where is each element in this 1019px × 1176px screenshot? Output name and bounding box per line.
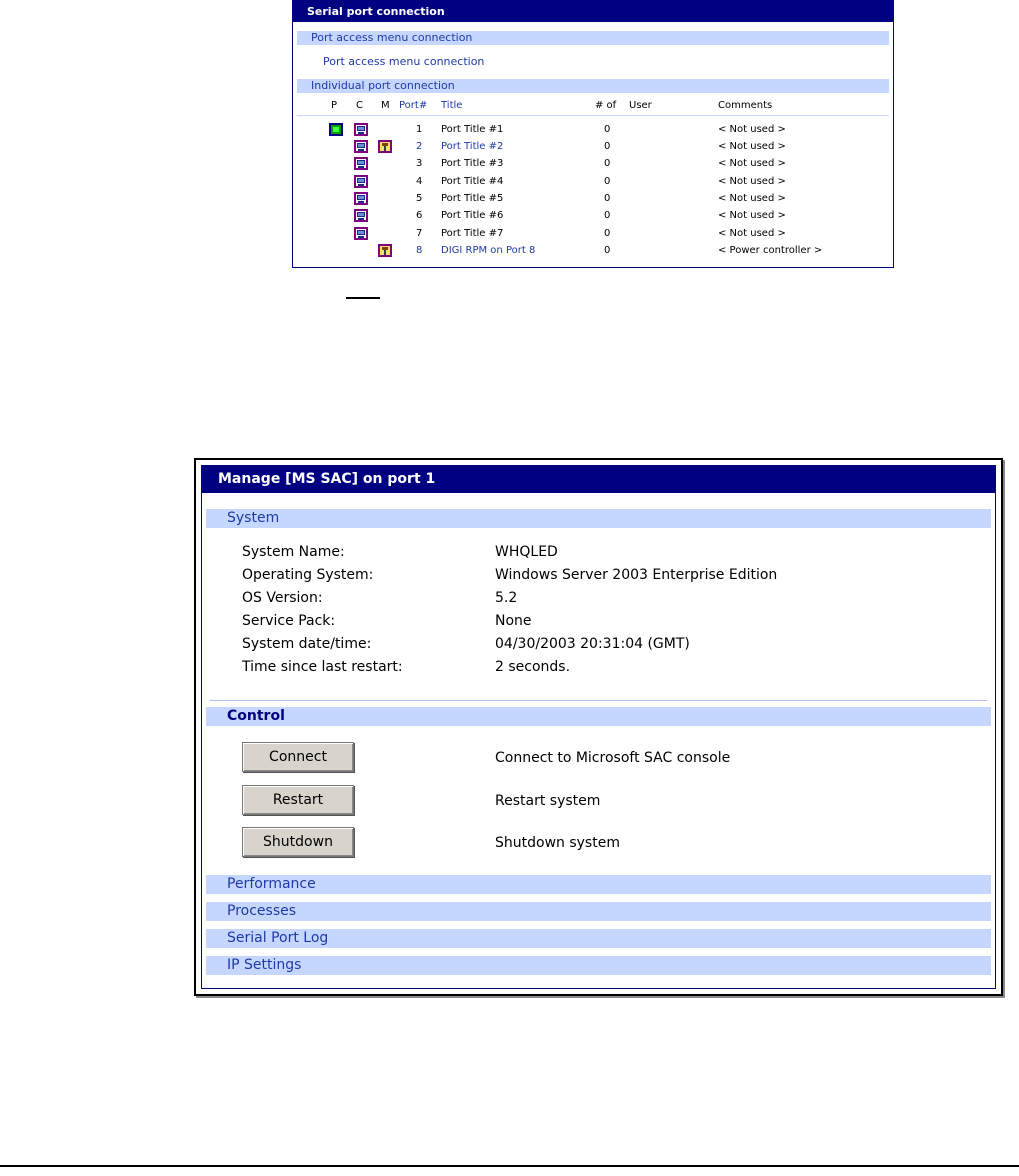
col-header-comments: Comments (718, 100, 773, 111)
console-connect-icon[interactable] (354, 123, 368, 136)
col-header-title-sort[interactable]: Title (441, 100, 462, 112)
serial-panel-title: Serial port connection (293, 1, 893, 22)
label-system-name: System Name: (242, 544, 345, 560)
connection-count: 0 (604, 228, 611, 239)
col-header-m: M (381, 100, 390, 111)
console-connect-icon[interactable] (354, 227, 368, 240)
port-number: 4 (416, 176, 423, 187)
port-title-link[interactable]: DIGI RPM on Port 8 (441, 245, 535, 257)
section-performance[interactable]: Performance (206, 875, 991, 894)
value-system-name: WHQLED (495, 544, 558, 560)
port-title: Port Title #7 (441, 228, 504, 239)
connection-count: 0 (604, 158, 611, 169)
value-os-version: 5.2 (495, 590, 518, 606)
serial-port-connection-panel: Serial port connection Port access menu … (292, 0, 894, 268)
port-number: 1 (416, 124, 423, 135)
value-operating-system: Windows Server 2003 Enterprise Edition (495, 567, 778, 583)
port-row-6: 6 Port Title #6 0 < Not used > (293, 208, 893, 225)
connection-count: 0 (604, 193, 611, 204)
power-status-icon[interactable] (329, 123, 343, 136)
port-title: Port Title #4 (441, 176, 504, 187)
port-comment: < Not used > (718, 124, 786, 135)
section-port-access-menu: Port access menu connection (297, 31, 889, 45)
port-number-link[interactable]: 2 (416, 141, 422, 153)
label-time-since-restart: Time since last restart: (242, 659, 403, 675)
port-title: Port Title #1 (441, 124, 504, 135)
shutdown-button[interactable]: Shutdown (242, 827, 354, 857)
port-title-link[interactable]: Port Title #2 (441, 141, 503, 153)
col-header-c: C (356, 100, 363, 111)
port-comment: < Not used > (718, 158, 786, 169)
port-comment: < Power controller > (718, 245, 823, 256)
label-os-version: OS Version: (242, 590, 323, 606)
port-comment: < Not used > (718, 193, 786, 204)
port-row-8: 8 DIGI RPM on Port 8 0 < Power controlle… (293, 243, 893, 260)
manage-sac-panel: Manage [MS SAC] on port 1 System System … (194, 458, 1003, 996)
col-header-count: # of (595, 100, 617, 111)
system-divider (210, 700, 987, 701)
section-ip-settings[interactable]: IP Settings (206, 956, 991, 975)
connect-button[interactable]: Connect (242, 742, 354, 772)
port-title: Port Title #6 (441, 210, 504, 221)
manage-panel-frame: Manage [MS SAC] on port 1 System System … (201, 465, 996, 989)
port-row-5: 5 Port Title #5 0 < Not used > (293, 191, 893, 208)
section-processes[interactable]: Processes (206, 902, 991, 921)
value-service-pack: None (495, 613, 532, 629)
restart-button[interactable]: Restart (242, 785, 354, 815)
label-service-pack: Service Pack: (242, 613, 336, 629)
header-divider (297, 115, 889, 116)
port-access-menu-link[interactable]: Port access menu connection (323, 55, 484, 68)
port-number: 3 (416, 158, 423, 169)
port-comment: < Not used > (718, 176, 786, 187)
port-row-3: 3 Port Title #3 0 < Not used > (293, 156, 893, 173)
manage-tool-icon[interactable] (378, 244, 392, 257)
underline-mark (346, 297, 380, 299)
port-number: 7 (416, 228, 423, 239)
port-number: 5 (416, 193, 423, 204)
connect-description: Connect to Microsoft SAC console (495, 750, 731, 766)
manage-panel-title: Manage [MS SAC] on port 1 (202, 466, 995, 493)
port-title: Port Title #5 (441, 193, 504, 204)
section-serial-port-log[interactable]: Serial Port Log (206, 929, 991, 948)
console-connect-icon[interactable] (354, 175, 368, 188)
connection-count: 0 (604, 176, 611, 187)
restart-description: Restart system (495, 793, 601, 809)
value-time-since-restart: 2 seconds. (495, 659, 571, 675)
section-control: Control (206, 707, 991, 726)
port-number-link[interactable]: 8 (416, 245, 422, 257)
section-individual-port: Individual port connection (297, 79, 889, 93)
port-comment: < Not used > (718, 141, 786, 152)
connection-count: 0 (604, 245, 611, 256)
port-comment: < Not used > (718, 228, 786, 239)
console-connect-icon[interactable] (354, 140, 368, 153)
port-row-2: 2 Port Title #2 0 < Not used > (293, 139, 893, 156)
port-number: 6 (416, 210, 423, 221)
port-row-4: 4 Port Title #4 0 < Not used > (293, 174, 893, 191)
console-connect-icon[interactable] (354, 209, 368, 222)
value-system-datetime: 04/30/2003 20:31:04 (GMT) (495, 636, 690, 652)
console-connect-icon[interactable] (354, 192, 368, 205)
port-row-7: 7 Port Title #7 0 < Not used > (293, 226, 893, 243)
manage-tool-icon[interactable] (378, 140, 392, 153)
col-header-user: User (629, 100, 652, 111)
connection-count: 0 (604, 141, 611, 152)
section-system: System (206, 509, 991, 528)
label-operating-system: Operating System: (242, 567, 374, 583)
port-title: Port Title #3 (441, 158, 504, 169)
page-bottom-rule (0, 1165, 1019, 1167)
col-header-p: P (331, 100, 338, 111)
shutdown-description: Shutdown system (495, 835, 620, 851)
connection-count: 0 (604, 210, 611, 221)
console-connect-icon[interactable] (354, 157, 368, 170)
port-row-1: 1 Port Title #1 0 < Not used > (293, 122, 893, 139)
label-system-datetime: System date/time: (242, 636, 372, 652)
col-header-port-sort[interactable]: Port# (399, 100, 427, 112)
connection-count: 0 (604, 124, 611, 135)
port-comment: < Not used > (718, 210, 786, 221)
